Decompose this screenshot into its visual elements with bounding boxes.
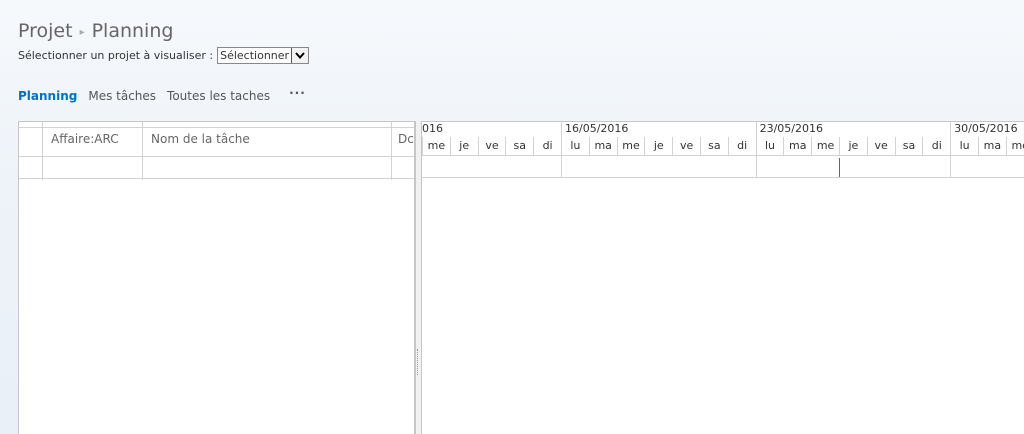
gantt-week-label: 16/05/2016 — [565, 122, 629, 135]
project-select-value: Sélectionner — [220, 49, 290, 62]
gantt-day-label: sa — [700, 137, 728, 156]
page-title: Projet ▸ Planning — [18, 20, 173, 42]
gantt-day-label: lu — [755, 137, 784, 156]
gantt-day-label: ma — [978, 137, 1006, 156]
gantt-chart: 016 16/05/2016 23/05/2016 30/05/2016 me je ve… — [422, 121, 1024, 434]
breadcrumb-separator-icon: ▸ — [79, 27, 85, 38]
gantt-week-divider — [950, 122, 952, 178]
gantt-week-header: 016 16/05/2016 23/05/2016 30/05/2016 — [422, 122, 1024, 137]
gantt-day-label: me — [1005, 137, 1024, 156]
column-header-select[interactable] — [19, 127, 43, 157]
breadcrumb-current: Planning — [91, 20, 174, 42]
breadcrumb-root[interactable]: Projet — [18, 20, 73, 42]
more-icon[interactable]: ··· — [289, 86, 306, 100]
gantt-day-label: ve — [866, 137, 895, 156]
gantt-day-label: di — [533, 137, 561, 156]
gantt-day-label: di — [727, 137, 756, 156]
tab-mes-taches[interactable]: Mes tâches — [88, 89, 156, 103]
gantt-day-label: je — [839, 137, 867, 156]
project-select[interactable]: Sélectionner — [217, 47, 310, 64]
column-header-affaire[interactable]: Affaire:ARC — [43, 127, 143, 157]
view-tabs: Planning Mes tâches Toutes les taches ··… — [18, 86, 306, 103]
today-marker — [839, 158, 840, 177]
gantt-week-label: 016 — [422, 122, 443, 135]
gantt-day-label: me — [811, 137, 839, 156]
gantt-day-label: ve — [477, 137, 506, 156]
tab-planning[interactable]: Planning — [18, 89, 77, 103]
gantt-row[interactable] — [422, 156, 1024, 178]
gantt-day-label: ma — [783, 137, 811, 156]
gantt-day-label: lu — [950, 137, 978, 156]
gantt-week-divider — [755, 122, 757, 178]
gantt-day-label: sa — [894, 137, 923, 156]
gantt-day-label: je — [449, 137, 478, 156]
gantt-day-label: lu — [561, 137, 589, 156]
gantt-day-label: je — [644, 137, 672, 156]
column-header-task-name[interactable]: Nom de la tâche — [143, 127, 392, 157]
gantt-day-label: ma — [588, 137, 617, 156]
gantt-day-label: me — [616, 137, 645, 156]
gantt-day-label: me — [422, 137, 450, 156]
chevron-down-icon[interactable] — [291, 48, 309, 63]
gantt-week-label: 23/05/2016 — [759, 122, 823, 135]
gantt-day-header: me je ve sa di lu ma me je ve sa di lu ma me je ve sa di lu… — [422, 137, 1024, 156]
grid-splitter[interactable] — [415, 121, 422, 434]
gantt-week-divider — [561, 122, 562, 178]
gantt-day-label: sa — [505, 137, 533, 156]
column-header-duration[interactable]: Dc — [392, 127, 414, 157]
gantt-day-label: di — [922, 137, 950, 156]
task-grid: Affaire:ARC Nom de la tâche Dc — [18, 121, 415, 434]
tab-toutes-les-taches[interactable]: Toutes les taches — [167, 89, 270, 103]
splitter-grip-icon[interactable] — [417, 349, 420, 375]
project-selector-label: Sélectionner un projet à visualiser : — [18, 49, 214, 62]
gantt-day-label: ve — [672, 137, 700, 156]
project-selector-row: Sélectionner un projet à visualiser : Sé… — [18, 47, 310, 64]
gantt-week-label: 30/05/2016 — [954, 122, 1018, 135]
